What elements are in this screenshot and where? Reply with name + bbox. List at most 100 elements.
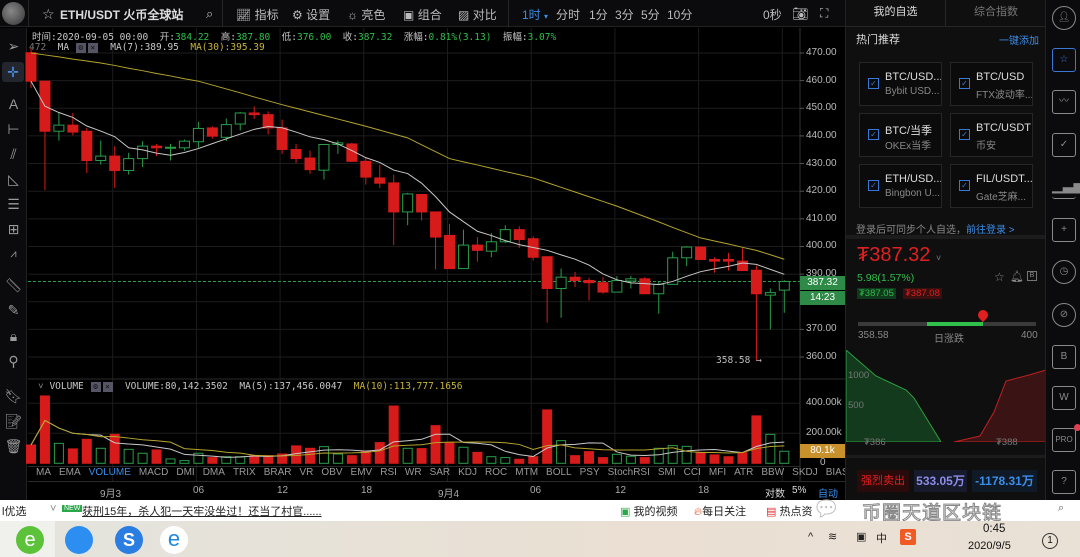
horizontal-line-icon[interactable]: ⊢ — [0, 121, 27, 137]
log-scale-toggle[interactable]: 对数 — [765, 485, 785, 500]
indicator-tab-skdj[interactable]: SKDJ — [792, 467, 818, 478]
checkbox-icon[interactable]: ✓ — [959, 180, 970, 191]
wave-icon[interactable]: ⩘ — [0, 246, 27, 262]
checkbox-icon[interactable]: ✓ — [868, 129, 879, 140]
add-all-link[interactable]: 一键添加 — [999, 32, 1039, 47]
trash-icon[interactable]: 🗑︎ — [0, 438, 27, 454]
ma-close-icon[interactable]: ✕ — [87, 42, 98, 53]
menu-settings[interactable]: ⚙ 设置 — [292, 6, 330, 23]
add-doc-icon[interactable]: + — [1052, 218, 1076, 242]
recommend-card[interactable]: ✓ BTC/USD... Bybit USD... — [859, 62, 942, 106]
menu-light-theme[interactable]: ☼ 亮色 — [347, 6, 385, 23]
crosshair-icon[interactable]: ✛ — [2, 62, 24, 82]
indicator-tab-atr[interactable]: ATR — [734, 467, 753, 478]
tray-chevron-icon[interactable]: ^ — [808, 531, 813, 543]
my-videos-link[interactable]: ▣ 我的视频 — [620, 503, 677, 519]
indicator-tab-trix[interactable]: TRIX — [233, 467, 256, 478]
indicator-tab-roc[interactable]: ROC — [485, 467, 507, 478]
b-icon[interactable]: B — [1027, 271, 1037, 281]
interval-1m[interactable]: 1分 — [589, 6, 608, 23]
market-chart-icon[interactable]: 〰 — [1052, 90, 1076, 114]
indicator-tab-rsi[interactable]: RSI — [380, 467, 397, 478]
indicator-tab-brar[interactable]: BRAR — [264, 467, 292, 478]
chevron-icon[interactable]: ˅ — [50, 503, 56, 515]
interval-10m[interactable]: 10分 — [667, 6, 692, 23]
recommend-card[interactable]: ✓ BTC/USDT 币安 — [950, 113, 1033, 157]
indicator-tab-kdj[interactable]: KDJ — [458, 467, 477, 478]
indicator-tab-emv[interactable]: EMV — [351, 467, 373, 478]
interval-dropdown[interactable]: 1时 ▾ — [522, 6, 548, 23]
parallel-line-icon[interactable]: ⫽ — [0, 146, 27, 162]
star-icon[interactable]: ☆ — [994, 270, 1005, 284]
menu-indicator[interactable]: 📈︎ 指标 — [236, 6, 279, 23]
interval-timeline[interactable]: 分时 — [556, 6, 580, 23]
ie-icon[interactable]: e — [160, 526, 188, 554]
doc-b-icon[interactable]: B — [1052, 345, 1076, 369]
triangle-icon[interactable]: ◺ — [0, 171, 27, 187]
tab-watchlist[interactable]: 我的自选 — [846, 0, 946, 27]
hide-drawings-icon[interactable]: ⚲ — [0, 353, 27, 369]
menu-combine[interactable]: ▣ 组合 — [403, 6, 442, 23]
volume-settings-icon[interactable]: ⚙ — [90, 381, 101, 392]
checkbox-icon[interactable]: ✓ — [959, 129, 970, 140]
indicator-tab-wr[interactable]: WR — [405, 467, 422, 478]
fullscreen-icon[interactable]: ⛶ — [820, 6, 828, 21]
edit-calendar-icon[interactable]: 📝︎ — [0, 413, 27, 429]
indicator-tab-mfi[interactable]: MFI — [709, 467, 726, 478]
volume-close-icon[interactable]: ✕ — [102, 381, 113, 392]
pair-title[interactable]: ETH/USDT 火币全球站 — [60, 6, 183, 23]
w-icon[interactable]: W — [1052, 386, 1076, 410]
recommend-card[interactable]: ✓ BTC/当季 OKEx当季 — [859, 113, 942, 157]
user-icon[interactable]: 👤︎ — [1052, 6, 1076, 30]
indicator-tab-ma[interactable]: MA — [36, 467, 51, 478]
checkbox-icon[interactable]: ✓ — [868, 180, 879, 191]
pro-icon[interactable]: PRO — [1052, 428, 1076, 452]
text-tool-icon[interactable]: A — [0, 96, 27, 112]
candlestick-chart[interactable] — [0, 0, 845, 500]
clock-date[interactable]: 2020/9/5 — [968, 540, 1011, 552]
camera-icon[interactable]: 📷︎ — [792, 6, 809, 22]
indicator-tab-macd[interactable]: MACD — [139, 467, 168, 478]
indicator-tab-psy[interactable]: PSY — [580, 467, 600, 478]
indicator-tab-boll[interactable]: BOLL — [546, 467, 572, 478]
search-icon[interactable]: ⌕ — [206, 6, 213, 22]
recommend-card[interactable]: ✓ ETH/USD... Bingbon U... — [859, 164, 942, 208]
ime-indicator[interactable]: 中 — [876, 530, 887, 546]
clock-time[interactable]: 0:45 — [983, 523, 1005, 535]
planet-icon[interactable]: ⊘ — [1052, 303, 1076, 327]
bookmark-icon[interactable]: 🔖︎ — [0, 388, 27, 404]
percent-scale-toggle[interactable]: 5% — [792, 485, 806, 496]
pen-icon[interactable]: ✎ — [0, 302, 27, 318]
indicator-tab-bbw[interactable]: BBW — [761, 467, 784, 478]
favorites-link[interactable]: l优选 — [2, 503, 26, 519]
indicator-tab-smi[interactable]: SMI — [658, 467, 676, 478]
indicator-tab-ema[interactable]: EMA — [59, 467, 81, 478]
sogou-browser-icon[interactable]: S — [115, 526, 143, 554]
interval-3m[interactable]: 3分 — [615, 6, 634, 23]
indicator-tab-sar[interactable]: SAR — [430, 467, 451, 478]
lock-icon[interactable]: 🔒︎ — [0, 328, 27, 344]
tray-app-icon[interactable]: ▣ — [856, 530, 866, 543]
wifi-icon[interactable]: ≋ — [828, 530, 837, 543]
alarm-icon[interactable]: ◷ — [1052, 260, 1076, 284]
search-icon[interactable]: ⌕ — [1058, 502, 1064, 515]
recommend-card[interactable]: ✓ FIL/USDT... Gate芝麻... — [950, 164, 1033, 208]
indicator-tab-volume[interactable]: VOLUME — [89, 467, 131, 478]
menu-compare[interactable]: ▨ 对比 — [458, 6, 497, 23]
grid-box-icon[interactable]: ⊞ — [0, 221, 27, 237]
cursor-icon[interactable]: ➢ — [0, 38, 27, 54]
recommend-card[interactable]: ✓ BTC/USD FTX波动率... — [950, 62, 1033, 106]
interval-5m[interactable]: 5分 — [641, 6, 660, 23]
doc-check-icon[interactable]: ✓ — [1052, 133, 1076, 157]
bar-chart-icon[interactable]: ▁▃▅ — [1052, 175, 1080, 199]
watchlist-star-icon[interactable]: ☆ — [1052, 48, 1076, 72]
indicator-tab-dma[interactable]: DMA — [203, 467, 225, 478]
collapse-chevron-icon[interactable]: ˅ — [38, 381, 44, 392]
checkbox-icon[interactable]: ✓ — [959, 78, 970, 89]
hot-news-link[interactable]: ▤ 热点资 — [766, 503, 812, 519]
tab-composite-index[interactable]: 综合指数 — [946, 0, 1046, 27]
bell-icon[interactable]: 🔔︎ — [1010, 270, 1024, 283]
ruler-icon[interactable]: 📏︎ — [0, 277, 27, 293]
indicator-tab-stochrsi[interactable]: StochRSI — [608, 467, 650, 478]
ma-settings-icon[interactable]: ⚙ — [75, 42, 86, 53]
